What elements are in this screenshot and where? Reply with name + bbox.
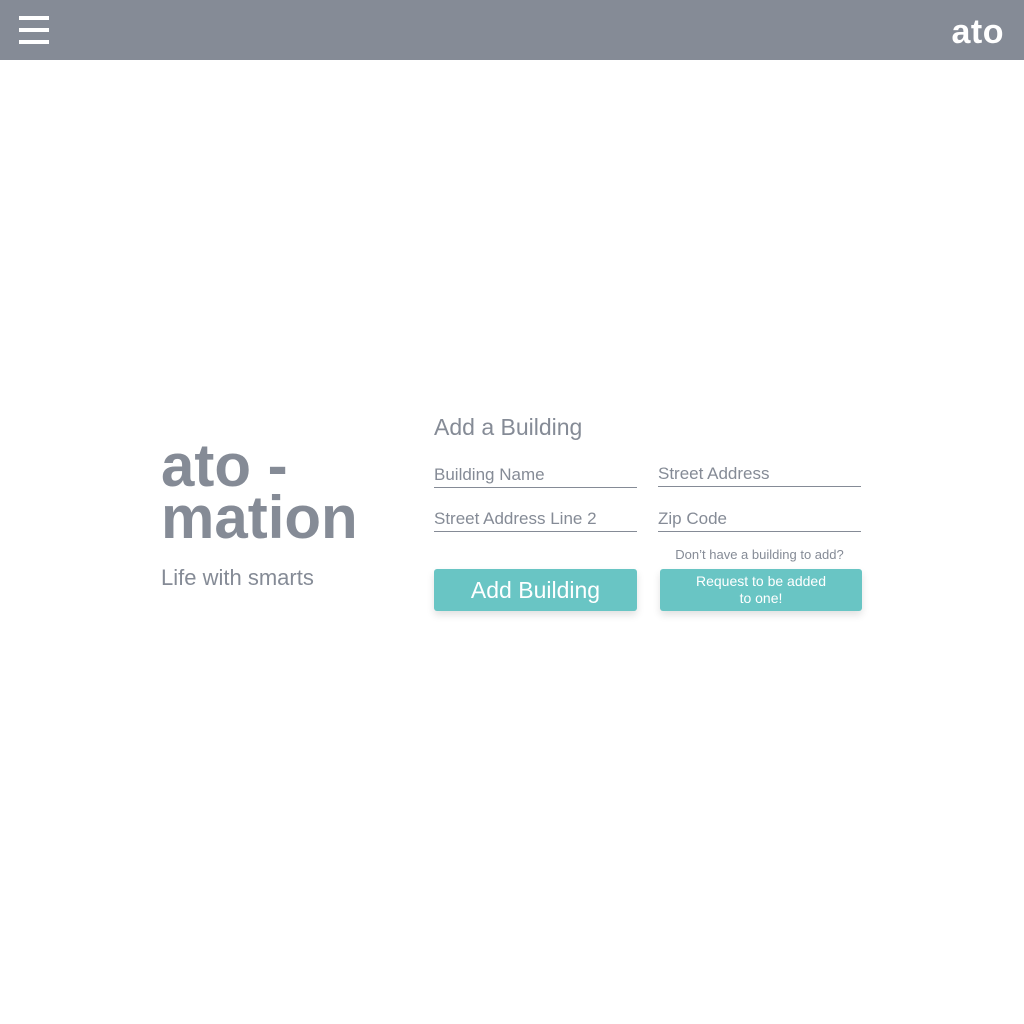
street-address-line2-input[interactable] [434,507,637,532]
add-building-button[interactable]: Add Building [434,569,637,611]
zip-code-input[interactable] [658,507,861,532]
street-address-input[interactable] [658,462,861,487]
brand-tagline: Life with smarts [161,565,314,590]
form-title: Add a Building [434,414,583,440]
header-logo[interactable]: ato [952,12,1005,52]
no-building-hint: Don’t have a building to add? [675,547,844,562]
hamburger-line [19,40,49,44]
top-nav-bar: ato [0,0,1024,60]
brand-title: ato - mation [161,436,358,551]
hamburger-line [19,28,49,32]
request-button-label: Request to be added to one! [696,573,826,606]
building-name-input[interactable] [434,463,637,488]
hamburger-icon[interactable] [19,16,49,44]
hamburger-line [19,16,49,20]
request-to-be-added-button[interactable]: Request to be added to one! [660,569,862,611]
brand-title-line2: mation [161,484,358,551]
